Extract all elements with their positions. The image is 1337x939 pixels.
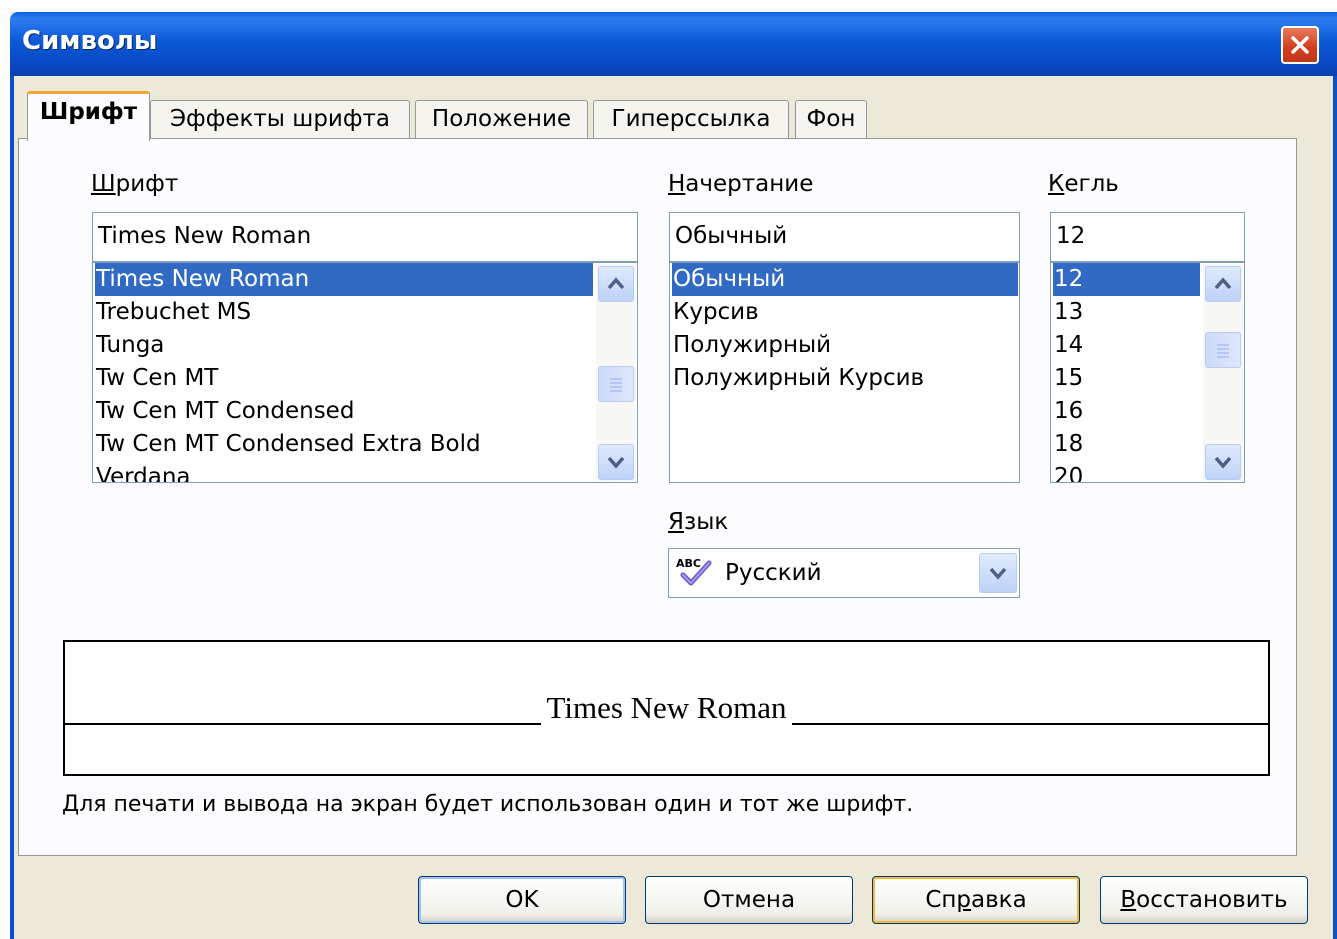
- list-item[interactable]: 20: [1053, 461, 1083, 482]
- list-item[interactable]: Полужирный Курсив: [672, 362, 924, 395]
- preview-text: Times New Roman: [540, 690, 793, 725]
- list-item[interactable]: Курсив: [672, 296, 759, 329]
- size-label: Кегль: [1048, 171, 1119, 197]
- tab-font-effects[interactable]: Эффекты шрифта: [150, 100, 410, 138]
- size-input[interactable]: 12: [1050, 212, 1245, 262]
- chevron-down-icon: [1214, 456, 1232, 469]
- spellcheck-abc-icon: ABC: [676, 557, 712, 586]
- font-note: Для печати и вывода на экран будет испол…: [62, 792, 914, 817]
- tab-hyperlink[interactable]: Гиперссылка: [593, 100, 789, 138]
- tab-position[interactable]: Положение: [415, 100, 588, 138]
- list-item[interactable]: Tw Cen MT Condensed: [95, 395, 354, 428]
- scroll-up-button[interactable]: [1205, 266, 1241, 302]
- font-name-input[interactable]: Times New Roman: [92, 212, 638, 262]
- language-dropdown-button[interactable]: [979, 553, 1017, 593]
- title-bar[interactable]: Символы: [10, 12, 1337, 76]
- list-item[interactable]: 14: [1053, 329, 1083, 362]
- scroll-thumb[interactable]: [1205, 332, 1241, 368]
- ok-button[interactable]: OK: [418, 876, 626, 924]
- language-select[interactable]: ABC Русский: [668, 548, 1020, 598]
- help-button[interactable]: Справка: [872, 876, 1080, 924]
- language-value: Русский: [725, 560, 822, 586]
- scroll-down-button[interactable]: [1205, 444, 1241, 480]
- chevron-down-icon: [989, 567, 1007, 580]
- style-list[interactable]: Обычный Курсив Полужирный Полужирный Кур…: [669, 262, 1020, 483]
- size-list-scrollbar[interactable]: [1203, 264, 1243, 481]
- list-item[interactable]: Trebuchet MS: [95, 296, 251, 329]
- list-item[interactable]: Обычный: [672, 263, 1018, 296]
- chevron-up-icon: [1214, 277, 1232, 290]
- grip-icon: [610, 378, 622, 392]
- tab-font[interactable]: Шрифт: [27, 91, 150, 141]
- cancel-button[interactable]: Отмена: [645, 876, 853, 924]
- list-item[interactable]: Times New Roman: [95, 263, 593, 296]
- window-title: Символы: [22, 26, 158, 56]
- language-label: Язык: [668, 509, 729, 535]
- list-item[interactable]: Tunga: [95, 329, 164, 362]
- font-list-scrollbar[interactable]: [596, 264, 636, 481]
- style-input[interactable]: Обычный: [669, 212, 1020, 262]
- window-border-right: [1333, 76, 1337, 939]
- list-item[interactable]: 15: [1053, 362, 1083, 395]
- scroll-down-button[interactable]: [598, 444, 634, 480]
- font-label: Шрифт: [91, 171, 179, 197]
- close-icon: [1291, 36, 1309, 54]
- window-border-left: [10, 76, 14, 939]
- scroll-thumb[interactable]: [598, 366, 634, 402]
- list-item[interactable]: 13: [1053, 296, 1083, 329]
- list-item[interactable]: Полужирный: [672, 329, 831, 362]
- font-list[interactable]: Times New Roman Trebuchet MS Tunga Tw Ce…: [92, 262, 638, 483]
- chevron-down-icon: [607, 456, 625, 469]
- style-label: Начертание: [668, 171, 814, 197]
- reset-button[interactable]: Восстановить: [1100, 876, 1308, 924]
- list-item[interactable]: Verdana: [95, 461, 191, 482]
- list-item[interactable]: 12: [1053, 263, 1200, 296]
- list-item[interactable]: Tw Cen MT: [95, 362, 218, 395]
- svg-text:ABC: ABC: [676, 557, 701, 570]
- scroll-up-button[interactable]: [598, 266, 634, 302]
- list-item[interactable]: 16: [1053, 395, 1083, 428]
- close-button[interactable]: [1281, 26, 1319, 64]
- chevron-up-icon: [607, 277, 625, 290]
- size-list[interactable]: 12 13 14 15 16 18 20: [1050, 262, 1245, 483]
- font-preview: Times New Roman: [63, 640, 1270, 776]
- list-item[interactable]: 18: [1053, 428, 1083, 461]
- list-item[interactable]: Tw Cen MT Condensed Extra Bold: [95, 428, 481, 461]
- tab-background[interactable]: Фон: [795, 100, 867, 138]
- grip-icon: [1217, 344, 1229, 358]
